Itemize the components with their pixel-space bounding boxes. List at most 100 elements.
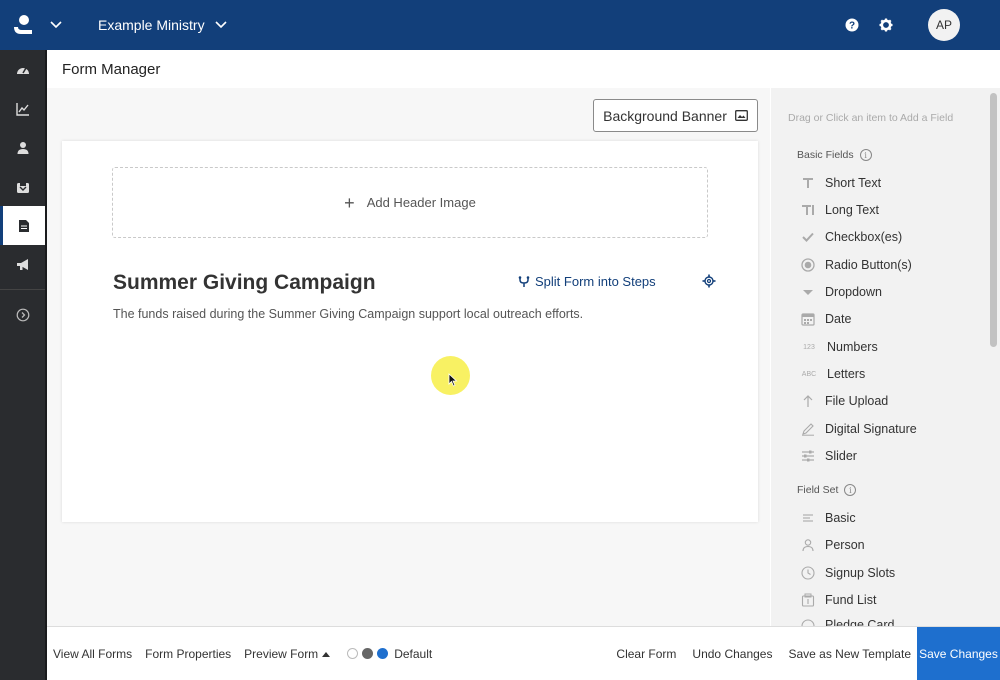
background-banner-button[interactable]: Background Banner	[593, 99, 758, 132]
gear-icon[interactable]	[878, 17, 894, 33]
help-icon[interactable]: ?	[844, 17, 860, 33]
form-preview-card: + Add Header Image Summer Giving Campaig…	[62, 141, 758, 522]
theme-swatch-blue[interactable]	[377, 648, 389, 659]
inbox-icon	[16, 180, 29, 193]
view-all-forms-link[interactable]: View All Forms	[53, 647, 132, 661]
field-label: Numbers	[827, 340, 878, 354]
info-icon[interactable]: i	[859, 149, 872, 161]
ministry-selector[interactable]: Example Ministry	[98, 17, 227, 33]
letters-icon: ABC	[801, 370, 817, 378]
checkmark-icon	[800, 229, 816, 245]
info-icon[interactable]: i	[844, 484, 857, 496]
field-date[interactable]: Date	[800, 310, 851, 328]
app-logo-icon[interactable]	[0, 0, 46, 50]
numbers-icon: 123	[803, 343, 815, 351]
preview-form-label: Preview Form	[244, 646, 319, 661]
add-header-image-button[interactable]: + Add Header Image	[112, 167, 708, 238]
split-form-steps-label: Split Form into Steps	[535, 274, 656, 289]
fieldset-fund-list[interactable]: Fund List	[800, 591, 876, 609]
sidebar-expand-toggle[interactable]	[0, 295, 45, 334]
field-short-text[interactable]: Short Text	[800, 174, 881, 192]
field-set-heading: Field Set i	[797, 484, 857, 496]
field-set-heading-label: Field Set	[797, 484, 839, 496]
save-as-template-button[interactable]: Save as New Template	[788, 647, 911, 661]
basic-fields-heading: Basic Fields i	[797, 149, 872, 161]
calendar-icon	[800, 311, 816, 327]
split-form-steps-link[interactable]: Split Form into Steps	[518, 274, 656, 289]
ministry-name: Example Ministry	[98, 17, 205, 33]
sidebar-item-people[interactable]	[0, 128, 45, 167]
field-label: Fund List	[825, 593, 877, 607]
text-t-icon	[800, 175, 816, 191]
fund-icon	[800, 592, 816, 608]
megaphone-icon	[16, 258, 28, 270]
field-label: Date	[825, 312, 852, 326]
field-label: Pledge Card	[825, 618, 895, 626]
sidebar-item-dashboard[interactable]	[0, 50, 45, 89]
form-properties-link[interactable]: Form Properties	[145, 647, 231, 661]
clear-form-button[interactable]: Clear Form	[616, 647, 676, 661]
bottom-action-bar: View All Forms Form Properties Preview F…	[47, 626, 1000, 680]
theme-swatch-gray[interactable]	[362, 648, 374, 659]
fieldset-pledge-card[interactable]: Pledge Card	[800, 618, 895, 626]
app-switcher-chevron-icon[interactable]	[46, 0, 66, 50]
caret-up-icon	[322, 651, 331, 657]
plus-icon: +	[344, 192, 355, 213]
sidebar-divider	[0, 289, 45, 290]
field-label: File Upload	[825, 394, 889, 408]
svg-text:?: ?	[849, 21, 855, 32]
theme-selector[interactable]: Default	[347, 647, 432, 661]
clock-icon	[800, 565, 816, 581]
person-icon	[17, 141, 28, 154]
dashboard-icon	[16, 67, 29, 74]
field-numbers[interactable]: 123 Numbers	[800, 338, 878, 356]
document-icon	[19, 219, 29, 232]
save-changes-button[interactable]: Save Changes	[917, 627, 1000, 680]
add-header-image-label: Add Header Image	[366, 195, 476, 210]
field-palette-panel: Drag or Click an item to Add a Field Bas…	[771, 88, 1000, 626]
field-digital-signature[interactable]: Digital Signature	[800, 420, 917, 438]
form-description[interactable]: The funds raised during the Summer Givin…	[113, 307, 583, 321]
sidebar-item-giving[interactable]	[0, 167, 45, 206]
panel-scrollbar[interactable]	[990, 93, 997, 347]
field-radio-buttons[interactable]: Radio Button(s)	[800, 256, 912, 274]
theme-swatch-white[interactable]	[347, 648, 359, 659]
upload-icon	[800, 393, 816, 409]
form-settings-gear-icon[interactable]	[702, 274, 716, 288]
field-label: Long Text	[825, 203, 879, 217]
chevron-down-icon	[215, 21, 227, 29]
field-letters[interactable]: ABC Letters	[800, 365, 865, 383]
field-label: Slider	[825, 449, 857, 463]
fieldset-basic[interactable]: Basic	[800, 509, 856, 527]
sidebar-item-communications[interactable]	[0, 245, 45, 284]
sliders-icon	[800, 448, 816, 464]
radio-icon	[800, 257, 816, 273]
sidebar-item-reports[interactable]	[0, 89, 45, 128]
field-long-text[interactable]: Long Text	[800, 201, 879, 219]
preview-form-dropdown[interactable]: Preview Form	[244, 646, 331, 661]
sidebar-item-forms[interactable]	[0, 206, 45, 245]
person-icon	[800, 537, 816, 553]
panel-hint: Drag or Click an item to Add a Field	[788, 112, 954, 124]
field-label: Radio Button(s)	[825, 258, 912, 272]
sidebar	[0, 50, 47, 680]
mouse-cursor-icon	[448, 373, 458, 387]
fieldset-signup-slots[interactable]: Signup Slots	[800, 564, 895, 582]
fieldset-person[interactable]: Person	[800, 536, 865, 554]
chart-icon	[15, 102, 29, 116]
image-icon	[734, 110, 748, 121]
paragraph-icon	[800, 202, 816, 218]
avatar[interactable]: AP	[928, 9, 960, 41]
field-label: Short Text	[825, 176, 882, 190]
field-checkboxes[interactable]: Checkbox(es)	[800, 228, 902, 246]
form-title[interactable]: Summer Giving Campaign	[113, 271, 376, 295]
field-label: Signup Slots	[825, 566, 896, 580]
field-slider[interactable]: Slider	[800, 447, 857, 465]
field-label: Digital Signature	[825, 422, 917, 436]
field-file-upload[interactable]: File Upload	[800, 392, 888, 410]
fork-icon	[518, 275, 530, 287]
undo-changes-button[interactable]: Undo Changes	[692, 647, 772, 661]
field-dropdown[interactable]: Dropdown	[800, 283, 882, 301]
field-label: Person	[825, 538, 865, 552]
lines-icon	[800, 510, 816, 526]
